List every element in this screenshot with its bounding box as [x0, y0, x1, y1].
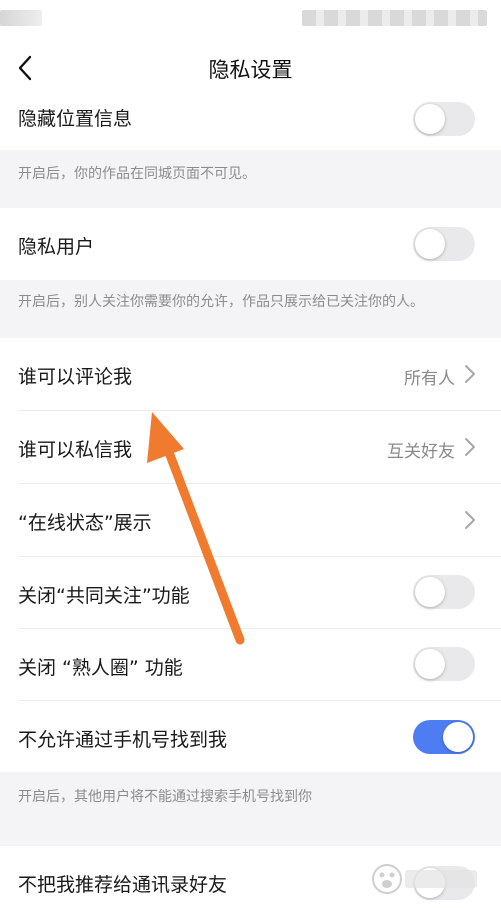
setting-note: 开启后，其他用户将不能通过搜索手机号找到你 [18, 789, 312, 805]
toggle-knob [415, 649, 445, 679]
setting-row-online-status[interactable]: “在线状态”展示 [0, 484, 501, 556]
acquaintance-circle-toggle[interactable] [413, 647, 475, 681]
setting-value: 互关好友 [387, 442, 455, 462]
page-title: 隐私设置 [208, 58, 293, 82]
setting-row-who-can-message[interactable]: 谁可以私信我 互关好友 [0, 411, 501, 483]
baidu-watermark-logo [372, 864, 477, 894]
setting-value: 所有人 [404, 369, 455, 389]
setting-row-acquaintance-circle: 关闭 “熟人圈” 功能 [0, 629, 501, 701]
status-bar-left-blur [0, 10, 42, 26]
setting-note: 开启后，别人关注你需要你的允许，作品只展示给已关注你的人。 [18, 294, 424, 310]
setting-row-who-can-comment[interactable]: 谁可以评论我 所有人 [0, 338, 501, 410]
toggle-knob [415, 229, 445, 259]
setting-row-private-user: 隐私用户 [0, 208, 501, 280]
private-user-toggle[interactable] [413, 227, 475, 261]
setting-row-phone-search: 不允许通过手机号找到我 [0, 701, 501, 772]
setting-label: 隐藏位置信息 [18, 108, 133, 130]
chevron-right-icon [465, 365, 475, 383]
nav-bar: 隐私设置 [0, 32, 501, 104]
setting-label: 不允许通过手机号找到我 [18, 729, 228, 751]
hide-location-toggle[interactable] [413, 102, 475, 136]
setting-label: 关闭 “熟人圈” 功能 [18, 657, 183, 679]
setting-label: 谁可以私信我 [18, 439, 133, 461]
chevron-right-icon [465, 438, 475, 456]
phone-search-toggle[interactable] [413, 720, 475, 754]
toggle-knob [443, 722, 473, 752]
toggle-knob [415, 577, 445, 607]
toggle-knob [415, 104, 445, 134]
chevron-right-icon [465, 511, 475, 529]
status-bar [0, 0, 501, 32]
setting-label: 谁可以评论我 [18, 366, 133, 388]
setting-label: “在线状态”展示 [18, 512, 152, 534]
setting-label: 关闭“共同关注”功能 [18, 585, 190, 607]
setting-label: 隐私用户 [18, 236, 95, 258]
setting-row-mutual-follow: 关闭“共同关注”功能 [0, 557, 501, 629]
setting-label: 不把我推荐给通讯录好友 [18, 874, 228, 896]
status-bar-right-blur [302, 10, 487, 26]
setting-row-hide-location: 隐藏位置信息 [0, 102, 501, 150]
setting-note: 开启后，你的作品在同城页面不可见。 [18, 166, 256, 182]
mutual-follow-toggle[interactable] [413, 575, 475, 609]
